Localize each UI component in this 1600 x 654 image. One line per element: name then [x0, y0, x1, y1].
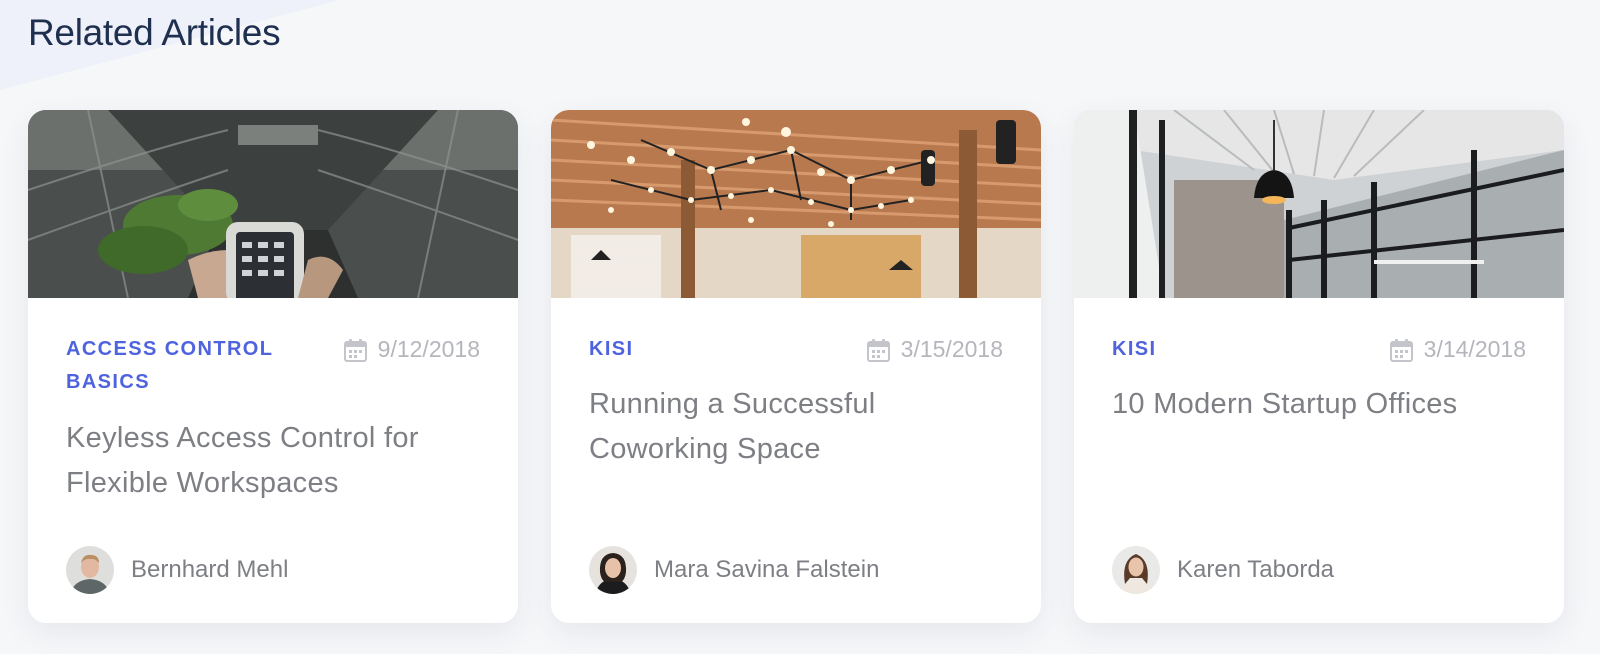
article-list: ACCESS CONTROL BASICS 9/12/2018 Keyless … — [28, 110, 1564, 623]
article-author[interactable]: Mara Savina Falstein — [589, 546, 879, 594]
calendar-icon — [866, 338, 890, 362]
article-card[interactable]: KISI 3/14/2018 10 Modern Startup Offices — [1074, 110, 1564, 623]
article-date-text: 9/12/2018 — [377, 336, 480, 362]
article-date-text: 3/14/2018 — [1423, 336, 1526, 362]
calendar-icon — [343, 338, 367, 362]
calendar-icon — [1389, 338, 1413, 362]
article-category[interactable]: ACCESS CONTROL BASICS — [66, 333, 296, 399]
article-image-startup-office[interactable] — [1074, 110, 1564, 298]
article-image-coworking-space[interactable] — [551, 110, 1041, 298]
article-category[interactable]: KISI — [1112, 333, 1342, 366]
author-name: Bernhard Mehl — [131, 556, 289, 583]
author-name: Mara Savina Falstein — [654, 556, 880, 583]
article-meta: KISI 3/15/2018 — [589, 333, 1003, 366]
article-author[interactable]: Bernhard Mehl — [66, 546, 288, 594]
article-author[interactable]: Karen Taborda — [1112, 546, 1334, 594]
section-title: Related Articles — [28, 12, 281, 53]
article-date: 9/12/2018 — [343, 333, 480, 366]
avatar — [66, 546, 114, 594]
article-title[interactable]: 10 Modern Startup Offices — [1112, 382, 1526, 427]
article-title[interactable]: Keyless Access Control for Flexible Work… — [66, 416, 480, 506]
author-name: Karen Taborda — [1177, 556, 1335, 583]
article-date-text: 3/15/2018 — [900, 336, 1003, 362]
article-image-phone-stairway[interactable] — [28, 110, 518, 298]
article-card[interactable]: ACCESS CONTROL BASICS 9/12/2018 Keyless … — [28, 110, 518, 623]
avatar — [589, 546, 637, 594]
article-category[interactable]: KISI — [589, 333, 819, 366]
avatar — [1112, 546, 1160, 594]
article-card[interactable]: KISI 3/15/2018 Running a Successful Cowo… — [551, 110, 1041, 623]
article-date: 3/15/2018 — [866, 333, 1003, 366]
article-title[interactable]: Running a Successful Coworking Space — [589, 382, 1003, 472]
article-meta: ACCESS CONTROL BASICS 9/12/2018 — [66, 333, 480, 399]
article-meta: KISI 3/14/2018 — [1112, 333, 1526, 366]
article-date: 3/14/2018 — [1389, 333, 1526, 366]
